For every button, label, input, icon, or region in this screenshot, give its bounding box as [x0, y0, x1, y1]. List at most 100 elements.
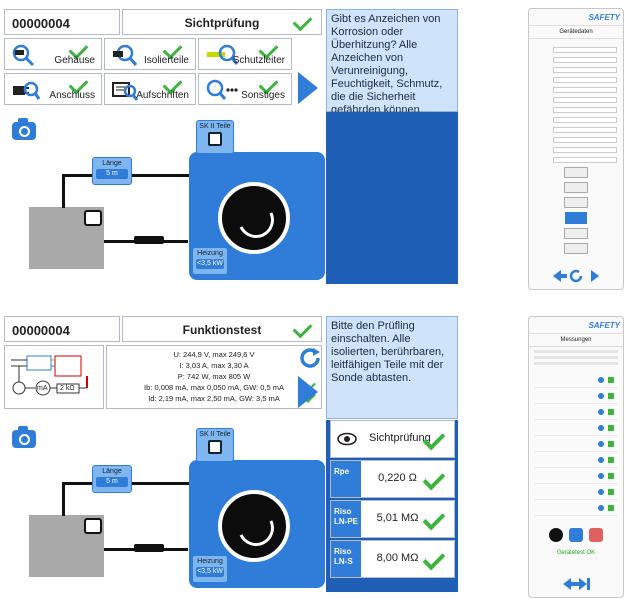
length-pill: Länge 5 m	[92, 465, 132, 493]
reading-id-text: Id: 2,19 mA, max 2,50 mA, GW: 3,5 mA	[148, 394, 280, 403]
tile-schutzleiter[interactable]: Schutzleiter	[198, 38, 292, 70]
refresh-button[interactable]	[298, 346, 322, 370]
insulation-icon	[113, 44, 138, 66]
option-button-selected[interactable]	[565, 212, 587, 224]
form-field[interactable]	[553, 127, 617, 133]
measurement-row[interactable]	[534, 375, 618, 388]
form-field[interactable]	[553, 87, 617, 93]
result-check-icon	[422, 507, 446, 531]
tile-label: Schutzleiter	[232, 55, 285, 66]
phone-action-row	[529, 528, 623, 542]
phone-measurements: SAFETY Messungen Gerätetest OK	[528, 316, 624, 598]
safety-logo: SAFETY	[588, 13, 620, 22]
phone-status-bar: SAFETY	[529, 317, 623, 334]
nav-arrows-icon	[553, 269, 599, 283]
dial-knob[interactable]	[218, 182, 290, 254]
measurement-row[interactable]	[534, 503, 618, 516]
form-field[interactable]	[553, 137, 617, 143]
gears-icon[interactable]	[549, 528, 563, 542]
refresh-icon	[300, 348, 320, 368]
plug-icon	[13, 81, 41, 100]
side-panel-1	[326, 112, 458, 284]
class-label: SK II Teile	[199, 123, 231, 130]
text-line	[534, 362, 618, 365]
result-row[interactable]: Riso LN-S 8,00 MΩ	[330, 540, 455, 578]
phone-nav[interactable]	[553, 269, 601, 283]
reading-power: P: 742 W, max 805 W	[177, 372, 251, 381]
text-line	[534, 350, 618, 353]
form-field[interactable]	[553, 67, 617, 73]
heating-label: Heizung	[197, 250, 223, 257]
form-field[interactable]	[553, 57, 617, 63]
form-field[interactable]	[553, 107, 617, 113]
measurement-list	[529, 375, 623, 516]
phone-nav[interactable]	[563, 577, 591, 591]
reading-ib-text: Ib: 0,008 mA, max 0,050 mA, GW: 0,5 mA	[144, 383, 284, 392]
form-field[interactable]	[553, 47, 617, 53]
result-row[interactable]: Riso LN-PE 5,01 MΩ	[330, 500, 455, 538]
length-value: 5 m	[96, 169, 128, 179]
result-label: Sichtprüfung	[369, 432, 431, 444]
option-button[interactable]	[564, 197, 588, 208]
arrow-right-icon	[298, 72, 318, 104]
reading-voltage: U: 244,9 V, max 249,6 V	[173, 350, 255, 359]
measurement-row[interactable]	[534, 423, 618, 436]
result-name: Riso LN-PE	[331, 501, 361, 537]
tile-label: Sonstiges	[241, 90, 285, 101]
measurement-row[interactable]	[534, 407, 618, 420]
heating-label: Heizung	[197, 558, 223, 565]
page-title: Funktionstest	[182, 323, 262, 337]
form-field[interactable]	[553, 117, 617, 123]
next-button-1[interactable]	[298, 72, 322, 106]
tile-sonstiges[interactable]: Sonstiges	[198, 73, 292, 105]
tile-label: Gehäuse	[54, 55, 95, 66]
measurement-row[interactable]	[534, 391, 618, 404]
tile-anschluss[interactable]: Anschluss	[4, 73, 102, 105]
ok-action-icon[interactable]	[569, 528, 583, 542]
option-button[interactable]	[564, 243, 588, 254]
socket	[84, 518, 102, 534]
tile-isolierteile[interactable]: Isolierteile	[104, 38, 196, 70]
page-title: Sichtprüfung	[184, 16, 260, 30]
cable	[62, 482, 65, 516]
magnifier-housing-icon	[12, 44, 35, 67]
result-visual-check[interactable]: Sichtprüfung	[330, 420, 455, 458]
length-label: Länge	[102, 160, 122, 167]
option-button[interactable]	[564, 228, 588, 239]
form-field[interactable]	[553, 147, 617, 153]
camera-icon[interactable]	[12, 426, 36, 448]
probe	[134, 236, 164, 244]
diagram-area-1: Länge 5 m SK II Teile Heizung <3,5 kW	[4, 112, 325, 284]
measurement-row[interactable]	[534, 439, 618, 452]
probe	[134, 544, 164, 552]
reading-ib: Ib: 0,008 mA, max 0,050 mA, GW: 0,5 mA	[107, 379, 321, 393]
heating-value: <3,5 kW	[196, 567, 224, 577]
option-button[interactable]	[564, 182, 588, 193]
circuit-schematic-icon	[11, 355, 88, 396]
fail-action-icon[interactable]	[589, 528, 603, 542]
tile-aufschriften[interactable]: Aufschriften	[104, 73, 196, 105]
measurement-row[interactable]	[534, 471, 618, 484]
cable	[62, 174, 65, 208]
measurement-row[interactable]	[534, 487, 618, 500]
magnifier-more-icon	[206, 79, 238, 100]
test-title-field-1: Sichtprüfung	[122, 9, 322, 35]
camera-icon[interactable]	[12, 118, 36, 140]
length-value: 5 m	[96, 477, 128, 487]
form-field[interactable]	[553, 157, 617, 163]
tile-gehaeuse[interactable]: Gehäuse	[4, 38, 102, 70]
dial-knob[interactable]	[218, 490, 290, 562]
instruction-text-2: Bitte den Prüfling einschalten. Alle iso…	[326, 316, 458, 419]
option-button[interactable]	[564, 167, 588, 178]
form-field[interactable]	[553, 97, 617, 103]
readings-panel: U: 244,9 V, max 249,6 V I: 3,03 A, max 3…	[106, 345, 322, 409]
form-field[interactable]	[553, 77, 617, 83]
measurement-row[interactable]	[534, 455, 618, 468]
tile-label: Anschluss	[49, 90, 95, 101]
diagram-area-2: Länge 5 m SK II Teile Heizung <3,5 kW	[4, 420, 325, 592]
next-button-2[interactable]	[298, 376, 322, 410]
nav-arrows-icon	[563, 578, 590, 590]
result-row[interactable]: Rpe 0,220 Ω	[330, 460, 455, 498]
socket	[84, 210, 102, 226]
class-pill: SK II Teile	[196, 428, 234, 462]
